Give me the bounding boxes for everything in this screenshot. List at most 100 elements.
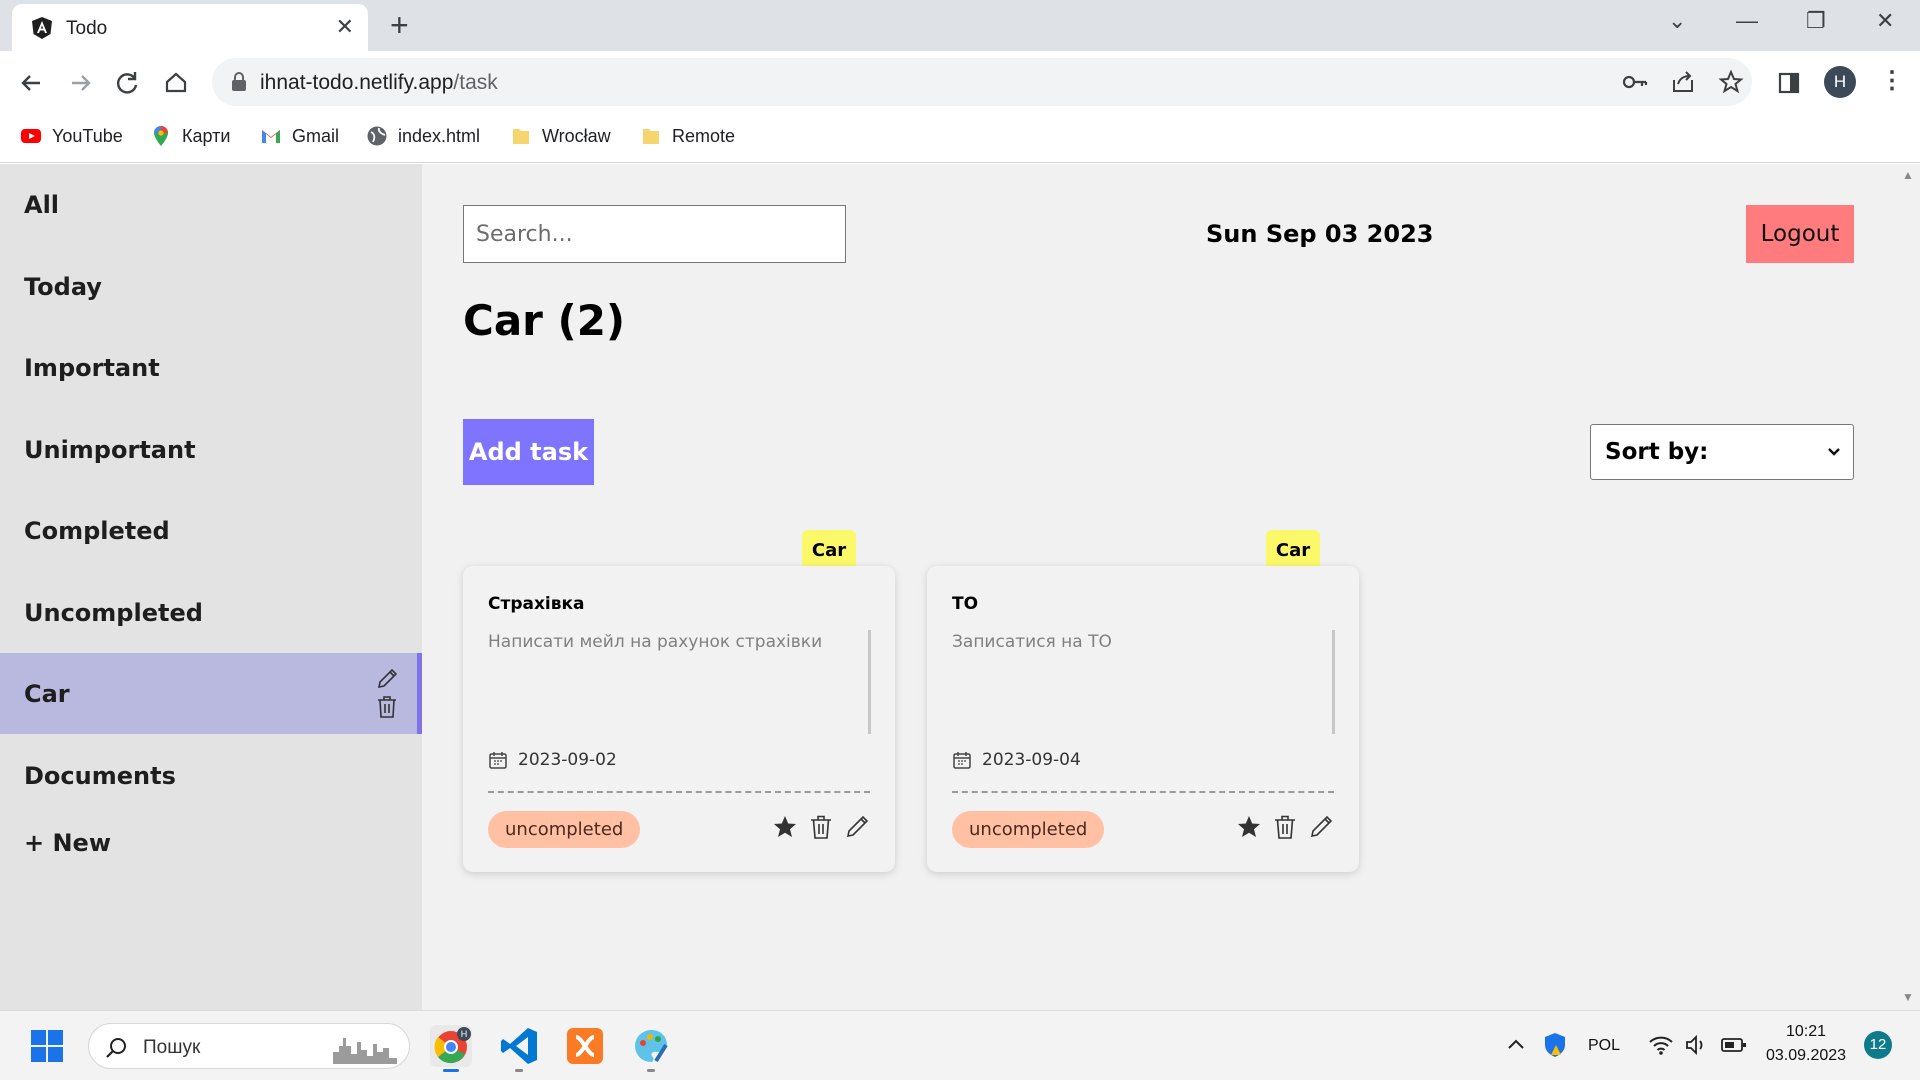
windows-start-icon[interactable] <box>30 1029 64 1063</box>
description-scrollbar[interactable] <box>868 630 871 734</box>
side-panel-icon[interactable] <box>1778 72 1800 94</box>
scroll-up-arrow-icon[interactable]: ▲ <box>1902 168 1914 182</box>
paint-taskbar-app[interactable] <box>630 1025 672 1072</box>
windows-taskbar: Пошук H POL 10:21 03.09.2023 <box>0 1010 1920 1080</box>
xampp-icon <box>567 1028 603 1064</box>
logout-button[interactable]: Logout <box>1746 205 1854 263</box>
sort-select[interactable]: Sort by: <box>1590 424 1854 480</box>
sidebar-item-car[interactable]: Car <box>0 653 422 734</box>
sidebar-item-uncompleted[interactable]: Uncompleted <box>0 572 422 653</box>
youtube-icon <box>21 129 41 143</box>
delete-trash-icon[interactable] <box>808 814 834 840</box>
task-category-tag: Car <box>802 530 856 570</box>
card-divider <box>488 791 870 793</box>
bookmark-folder-remote[interactable]: Remote <box>640 125 735 147</box>
sidebar-item-unimportant[interactable]: Unimportant <box>0 409 422 490</box>
forward-icon[interactable] <box>60 63 100 103</box>
card-actions <box>1236 814 1334 840</box>
profile-avatar[interactable]: H <box>1824 66 1856 98</box>
chevron-up-icon[interactable] <box>1506 1035 1526 1055</box>
chrome-taskbar-app[interactable]: H <box>430 1025 472 1072</box>
volume-icon[interactable] <box>1684 1033 1708 1057</box>
status-badge[interactable]: uncompleted <box>488 811 641 848</box>
chevron-down-icon <box>1828 448 1840 456</box>
description-scrollbar[interactable] <box>1332 630 1335 734</box>
svg-text:H: H <box>461 1029 468 1039</box>
sidebar-item-completed[interactable]: Completed <box>0 490 422 571</box>
restore-icon[interactable]: ❐ <box>1806 8 1826 34</box>
star-icon[interactable] <box>1236 814 1262 840</box>
calendar-icon <box>489 752 507 769</box>
xampp-taskbar-app[interactable] <box>564 1025 606 1067</box>
security-shield-icon[interactable] <box>1542 1031 1568 1059</box>
tab-close-icon[interactable]: ✕ <box>336 14 354 40</box>
vscode-taskbar-app[interactable] <box>498 1025 540 1072</box>
back-icon[interactable] <box>12 63 52 103</box>
clock-date[interactable]: 03.09.2023 <box>1766 1047 1846 1065</box>
folder-icon <box>513 129 529 144</box>
clock-time[interactable]: 10:21 <box>1786 1023 1826 1041</box>
bookmarks-bar: YouTube Карти Gmail index.html Wrocław R… <box>0 113 1920 163</box>
new-tab-icon[interactable]: + <box>390 8 409 42</box>
globe-icon <box>367 126 387 146</box>
edit-pencil-icon[interactable] <box>375 667 399 691</box>
task-card: ТО Записатися на ТО 2023-09-04 uncomplet… <box>927 566 1359 872</box>
close-window-icon[interactable]: ✕ <box>1876 8 1894 34</box>
main-content: Sun Sep 03 2023 Logout Car (2) Add task … <box>422 164 1920 1010</box>
sidebar-item-tools <box>375 667 399 719</box>
maps-pin-icon <box>154 126 168 146</box>
bookmark-folder-wroclaw[interactable]: Wrocław <box>510 125 611 147</box>
task-description: Записатися на ТО <box>952 632 1112 652</box>
search-icon <box>106 1038 126 1058</box>
task-date: 2023-09-04 <box>952 750 1081 770</box>
current-date: Sun Sep 03 2023 <box>1206 220 1434 248</box>
delete-trash-icon[interactable] <box>1272 814 1298 840</box>
share-icon[interactable] <box>1670 70 1696 94</box>
status-badge[interactable]: uncompleted <box>952 811 1105 848</box>
card-actions <box>772 814 870 840</box>
sidebar-item-all[interactable]: All <box>0 164 422 245</box>
address-bar[interactable]: ihnat-todo.netlify.app/task <box>212 58 1752 106</box>
battery-icon[interactable] <box>1720 1035 1748 1055</box>
notification-count-badge[interactable]: 12 <box>1864 1031 1892 1059</box>
search-input[interactable] <box>463 205 846 263</box>
delete-trash-icon[interactable] <box>375 695 399 719</box>
browser-tab[interactable]: Todo ✕ <box>12 4 368 51</box>
bookmark-youtube[interactable]: YouTube <box>20 125 123 147</box>
gmail-icon <box>262 130 280 143</box>
scroll-down-arrow-icon[interactable]: ▼ <box>1902 990 1914 1004</box>
sidebar-item-today[interactable]: Today <box>0 246 422 327</box>
star-icon[interactable] <box>772 814 798 840</box>
bookmark-maps[interactable]: Карти <box>150 125 230 147</box>
input-language[interactable]: POL <box>1588 1037 1620 1055</box>
bookmark-index-html[interactable]: index.html <box>366 125 480 147</box>
edit-pencil-icon[interactable] <box>844 814 870 840</box>
browser-menu-icon[interactable]: ⋮ <box>1880 66 1904 95</box>
edit-pencil-icon[interactable] <box>1308 814 1334 840</box>
task-date: 2023-09-02 <box>488 750 617 770</box>
chrome-icon: H <box>434 1027 471 1064</box>
task-title: Страхівка <box>488 594 585 614</box>
tab-search-chevron-icon[interactable]: ⌄ <box>1668 8 1686 34</box>
wifi-icon[interactable] <box>1648 1033 1674 1057</box>
lock-icon[interactable] <box>230 71 248 93</box>
sidebar-item-important[interactable]: Important <box>0 327 422 408</box>
bookmark-gmail[interactable]: Gmail <box>260 125 339 147</box>
browser-tab-strip: Todo ✕ + ⌄ — ❐ ✕ <box>0 0 1920 51</box>
bookmark-star-icon[interactable] <box>1718 70 1744 94</box>
taskbar-search[interactable]: Пошук <box>88 1023 410 1069</box>
minimize-icon[interactable]: — <box>1736 8 1758 34</box>
task-category-tag: Car <box>1266 530 1320 570</box>
paint-palette-icon <box>635 1029 668 1063</box>
city-skyline-icon <box>333 1038 397 1064</box>
sidebar-new-category-button[interactable]: + New <box>0 802 422 883</box>
home-icon[interactable] <box>156 63 196 103</box>
add-task-button[interactable]: Add task <box>463 419 594 485</box>
folder-icon <box>643 129 659 144</box>
reload-icon[interactable] <box>108 63 148 103</box>
tab-title: Todo <box>66 18 108 39</box>
key-icon[interactable] <box>1622 70 1648 94</box>
task-description: Написати мейл на рахунок страхівки <box>488 632 823 652</box>
sidebar: All Today Important Unimportant Complete… <box>0 164 422 1010</box>
task-card: Страхівка Написати мейл на рахунок страх… <box>463 566 895 872</box>
